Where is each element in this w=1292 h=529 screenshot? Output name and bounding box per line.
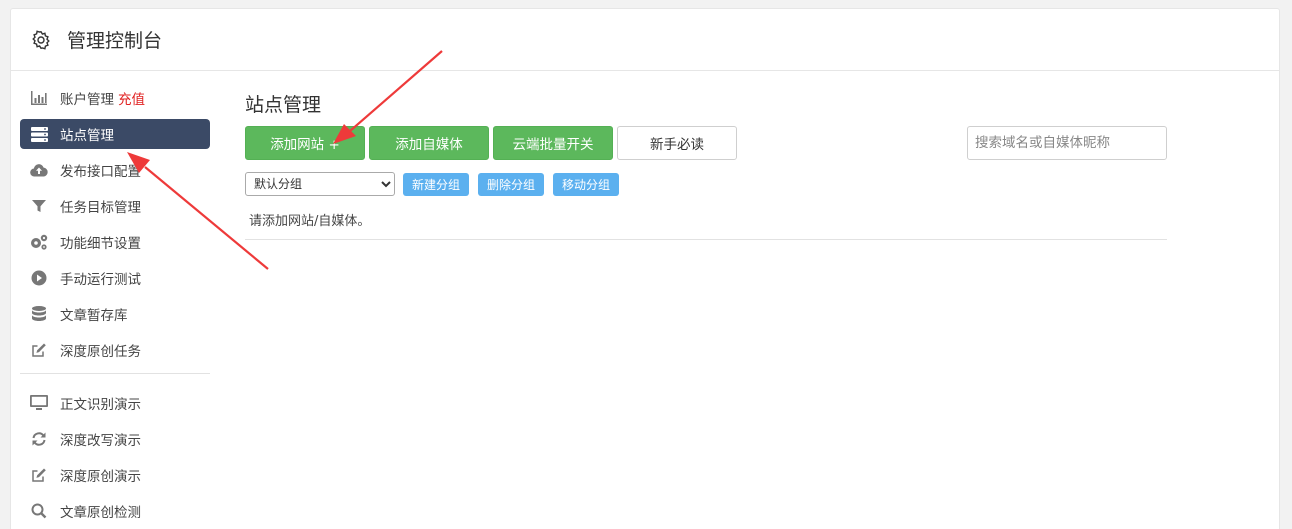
sidebar-item-originality-check[interactable]: 文章原创检测 [20, 496, 210, 526]
delete-group-button[interactable]: 删除分组 [478, 172, 545, 196]
search-input[interactable] [967, 126, 1167, 160]
bar-chart-icon [30, 89, 48, 107]
move-group-button[interactable]: 移动分组 [553, 172, 620, 196]
sidebar-item-account[interactable]: 账户管理 充值 [20, 83, 210, 113]
new-group-button[interactable]: 新建分组 [403, 172, 470, 196]
edit-icon [30, 341, 48, 359]
search-icon [30, 502, 48, 520]
sidebar-item-label: 站点管理 [60, 128, 114, 144]
toolbar: 添加网站 + 添加自媒体 云端批量开关 新手必读 [245, 126, 1167, 160]
filter-icon [30, 197, 48, 215]
sidebar-item-label: 深度原创演示 [60, 469, 141, 485]
sidebar-item-label: 功能细节设置 [60, 236, 141, 252]
section-title: 站点管理 [245, 94, 322, 116]
sidebar-item-label: 文章暂存库 [60, 308, 128, 324]
main-content: 站点管理 添加网站 + 添加自媒体 云端批量开关 新手必读 默认分组 新建分组 … [245, 90, 1167, 240]
sidebar-item-label: 文章原创检测 [60, 505, 141, 521]
recharge-link[interactable]: 充值 [118, 88, 145, 108]
server-icon [30, 125, 48, 143]
sidebar-item-label: 任务目标管理 [60, 200, 141, 216]
sidebar-divider [20, 373, 210, 374]
group-select[interactable]: 默认分组 [245, 172, 395, 196]
cloud-upload-icon [30, 161, 48, 179]
sidebar-item-manual-run[interactable]: 手动运行测试 [20, 263, 210, 293]
sidebar-item-label: 发布接口配置 [60, 164, 141, 180]
add-media-button[interactable]: 添加自媒体 [369, 126, 489, 160]
sidebar-item-deep-original-task[interactable]: 深度原创任务 [20, 335, 210, 365]
sidebar-item-label: 深度改写演示 [60, 433, 141, 449]
sidebar: 账户管理 充值 站点管理 发布接口配置 任务目标管理 功能细节设置 手动运行测试 [20, 83, 210, 529]
sidebar-item-label: 账户管理 [60, 92, 114, 108]
sidebar-item-label: 深度原创任务 [60, 344, 141, 360]
sidebar-item-feature-settings[interactable]: 功能细节设置 [20, 227, 210, 257]
database-icon [30, 305, 48, 323]
beginner-guide-button[interactable]: 新手必读 [617, 126, 737, 160]
gear-icon [31, 29, 51, 50]
panel-header: 管理控制台 [11, 9, 1279, 71]
empty-message: 请添加网站/自媒体。 [245, 210, 1167, 240]
sidebar-item-rewrite-demo[interactable]: 深度改写演示 [20, 424, 210, 454]
group-controls: 默认分组 新建分组 删除分组 移动分组 [245, 172, 1167, 196]
cloud-batch-toggle-button[interactable]: 云端批量开关 [493, 126, 613, 160]
play-circle-icon [30, 269, 48, 287]
sidebar-item-original-demo[interactable]: 深度原创演示 [20, 460, 210, 490]
edit-icon [30, 466, 48, 484]
sidebar-item-label: 正文识别演示 [60, 397, 141, 413]
sidebar-item-task-targets[interactable]: 任务目标管理 [20, 191, 210, 221]
sidebar-item-text-recognition-demo[interactable]: 正文识别演示 [20, 388, 210, 418]
sidebar-item-article-store[interactable]: 文章暂存库 [20, 299, 210, 329]
gears-icon [30, 233, 48, 251]
sidebar-item-sites[interactable]: 站点管理 [20, 119, 210, 149]
monitor-icon [30, 394, 48, 412]
sidebar-item-label: 手动运行测试 [60, 272, 141, 288]
add-site-button[interactable]: 添加网站 + [245, 126, 365, 160]
page-title: 管理控制台 [67, 30, 163, 52]
sidebar-item-publish-config[interactable]: 发布接口配置 [20, 155, 210, 185]
refresh-icon [30, 430, 48, 448]
